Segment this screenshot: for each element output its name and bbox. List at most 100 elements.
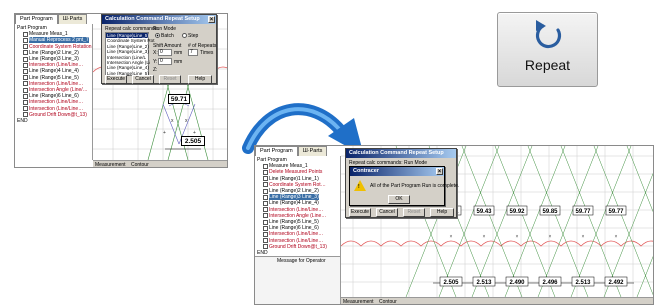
dialog-titlebar: Calculation Command Repeat Setup xyxy=(346,149,456,158)
tree-item[interactable]: Coordinate System Rotation 1(… xyxy=(23,44,102,50)
close-icon[interactable]: × xyxy=(436,168,443,175)
checkbox-icon[interactable] xyxy=(263,200,268,206)
status-tab-measurement[interactable]: Measurement xyxy=(343,299,374,304)
tree-item[interactable]: Line (Range)4 Line_4) xyxy=(263,200,319,206)
tree-item[interactable]: Intersection (Line/Line… xyxy=(23,99,83,105)
checkbox-icon[interactable] xyxy=(263,219,268,225)
status-tab-contour[interactable]: Contour xyxy=(131,162,149,167)
tree-item-label: Intersection (Line/Line… xyxy=(269,231,324,238)
tab-parts[interactable]: Ш·Parts xyxy=(57,14,88,24)
tree-item[interactable]: Line (Range)5 Line_5) xyxy=(263,219,319,225)
tree-item-label: Intersection Angle (Line/… xyxy=(29,87,88,93)
help-button[interactable]: Help xyxy=(188,75,212,84)
checkbox-icon[interactable] xyxy=(23,68,28,74)
tree-item[interactable]: Delete Measured Points xyxy=(263,169,322,175)
tree-item-label: Coordinate System Rot… xyxy=(269,181,326,188)
checkbox-icon[interactable] xyxy=(23,44,28,50)
repeat-button[interactable]: Repeat xyxy=(497,12,598,87)
execute-button[interactable]: Execute xyxy=(349,208,371,217)
tree-item[interactable]: Line (Range)2 Line_2) xyxy=(263,188,319,194)
tree-item[interactable]: Intersection Angle (Line… xyxy=(263,213,326,219)
tree-item[interactable]: Line (Range)6 Line_6) xyxy=(263,225,319,231)
tree-item[interactable]: Ground Drift Down@t_13) xyxy=(263,244,327,250)
tree-item[interactable]: Intersection (Line/Line… xyxy=(263,238,323,244)
checkbox-icon[interactable] xyxy=(263,225,268,231)
checkbox-icon[interactable] xyxy=(23,75,28,81)
tree-item[interactable]: Intersection Angle (Line/… xyxy=(23,87,88,93)
tree-item[interactable]: Coordinate System Rot… xyxy=(263,182,326,188)
checkbox-icon[interactable] xyxy=(23,62,28,68)
help-button[interactable]: Help xyxy=(430,208,454,217)
tree-item[interactable]: Part Program xyxy=(17,25,47,31)
fit-line xyxy=(494,146,556,298)
status-tab-measurement[interactable]: Measurement xyxy=(95,162,126,167)
checkbox-icon[interactable] xyxy=(263,231,268,237)
checkbox-icon[interactable] xyxy=(23,93,28,99)
left-window: Part Program Ш·Parts Part Program Measure… xyxy=(14,13,228,168)
checkbox-icon[interactable] xyxy=(263,238,268,244)
tree-item[interactable]: Line (Range)3 Line_3) xyxy=(263,194,319,201)
reset-button[interactable]: Reset xyxy=(403,208,425,217)
checkbox-icon[interactable] xyxy=(263,244,268,250)
checkbox-icon[interactable] xyxy=(23,81,28,87)
tree-item[interactable]: Measure Meas_1 xyxy=(263,163,308,169)
svg-text:x: x xyxy=(171,118,174,124)
radio-step[interactable]: Step xyxy=(182,33,198,39)
right-window: Part Program Ш·Parts Part Program Measure… xyxy=(254,145,654,305)
tree-item-label: Part Program xyxy=(17,25,47,31)
tree-item[interactable]: Manual Reprocess 2 pnt_7 xyxy=(23,37,89,44)
checkbox-icon[interactable] xyxy=(263,182,268,188)
status-tab-contour[interactable]: Contour xyxy=(379,299,397,304)
checkbox-icon[interactable] xyxy=(23,56,28,62)
checkbox-icon[interactable] xyxy=(23,112,28,118)
tree-item[interactable]: Line (Range)3 Line_3) xyxy=(23,56,79,62)
shift-x-field[interactable]: 0 xyxy=(158,49,172,56)
tab-part-program[interactable]: Part Program xyxy=(255,146,298,156)
tab-parts[interactable]: Ш·Parts xyxy=(297,146,328,156)
tree-item[interactable]: Measure Meas_1 xyxy=(23,31,68,37)
repeat-command-list[interactable]: Line (Range)Line_5) Coordinate System Rot… xyxy=(105,32,155,76)
repeat-count-field[interactable]: 7 xyxy=(188,49,198,56)
checkbox-icon[interactable] xyxy=(23,87,28,93)
tree-item[interactable]: Intersection (Line/Line… xyxy=(263,207,323,213)
execute-button[interactable]: Execute xyxy=(105,75,127,84)
radio-batch[interactable]: Batch xyxy=(155,33,174,39)
cancel-button[interactable]: Cancel xyxy=(132,75,154,84)
repeat-arrow-icon xyxy=(535,20,562,49)
tree-item[interactable]: END xyxy=(17,118,28,124)
checkbox-icon[interactable] xyxy=(263,213,268,219)
checkbox-icon[interactable] xyxy=(263,207,268,213)
tree-item[interactable]: Line (Range)1 Line_1) xyxy=(263,176,319,182)
angle-readout: 59.92 xyxy=(509,209,525,215)
tree-item[interactable]: Line (Range)6 Line_6) xyxy=(23,93,79,99)
tree-item-label: Line (Range)1 Line_1) xyxy=(269,175,319,182)
tree-item[interactable]: Intersection (Line/Line… xyxy=(23,62,83,68)
tree-item[interactable]: Intersection (Line/Line… xyxy=(23,106,83,112)
reset-button[interactable]: Reset xyxy=(159,75,181,84)
cancel-button[interactable]: Cancel xyxy=(376,208,398,217)
checkbox-icon[interactable] xyxy=(23,50,28,56)
tree-item[interactable]: Intersection (Line/Line… xyxy=(23,81,83,87)
checkbox-icon[interactable] xyxy=(263,169,268,175)
checkbox-icon[interactable] xyxy=(23,37,28,43)
ok-button[interactable]: OK xyxy=(388,195,410,204)
close-icon[interactable]: × xyxy=(208,16,215,23)
point-marker: × xyxy=(582,234,585,240)
checkbox-icon[interactable] xyxy=(263,176,268,182)
checkbox-icon[interactable] xyxy=(263,194,268,200)
tree-item[interactable]: Line (Range)4 Line_4) xyxy=(23,68,79,74)
shift-y-field[interactable]: 0 xyxy=(158,58,172,65)
tree-item[interactable]: Intersection (Line/Line… xyxy=(263,231,323,237)
tab-part-program[interactable]: Part Program xyxy=(15,14,58,24)
fit-line xyxy=(603,173,653,298)
checkbox-icon[interactable] xyxy=(23,106,28,112)
checkbox-icon[interactable] xyxy=(263,163,268,169)
tree-item[interactable]: Ground Drift Down@t_13) xyxy=(23,112,87,118)
checkbox-icon[interactable] xyxy=(23,31,28,37)
checkbox-icon[interactable] xyxy=(263,188,268,194)
tree-item[interactable]: Line (Range)2 Line_2) xyxy=(23,50,79,56)
tree-item[interactable]: Line (Range)5 Line_5) xyxy=(23,75,79,81)
tree-item[interactable]: Part Program xyxy=(257,157,287,163)
list-item[interactable]: Line (Range)Line_3) xyxy=(106,49,149,54)
checkbox-icon[interactable] xyxy=(23,99,28,105)
